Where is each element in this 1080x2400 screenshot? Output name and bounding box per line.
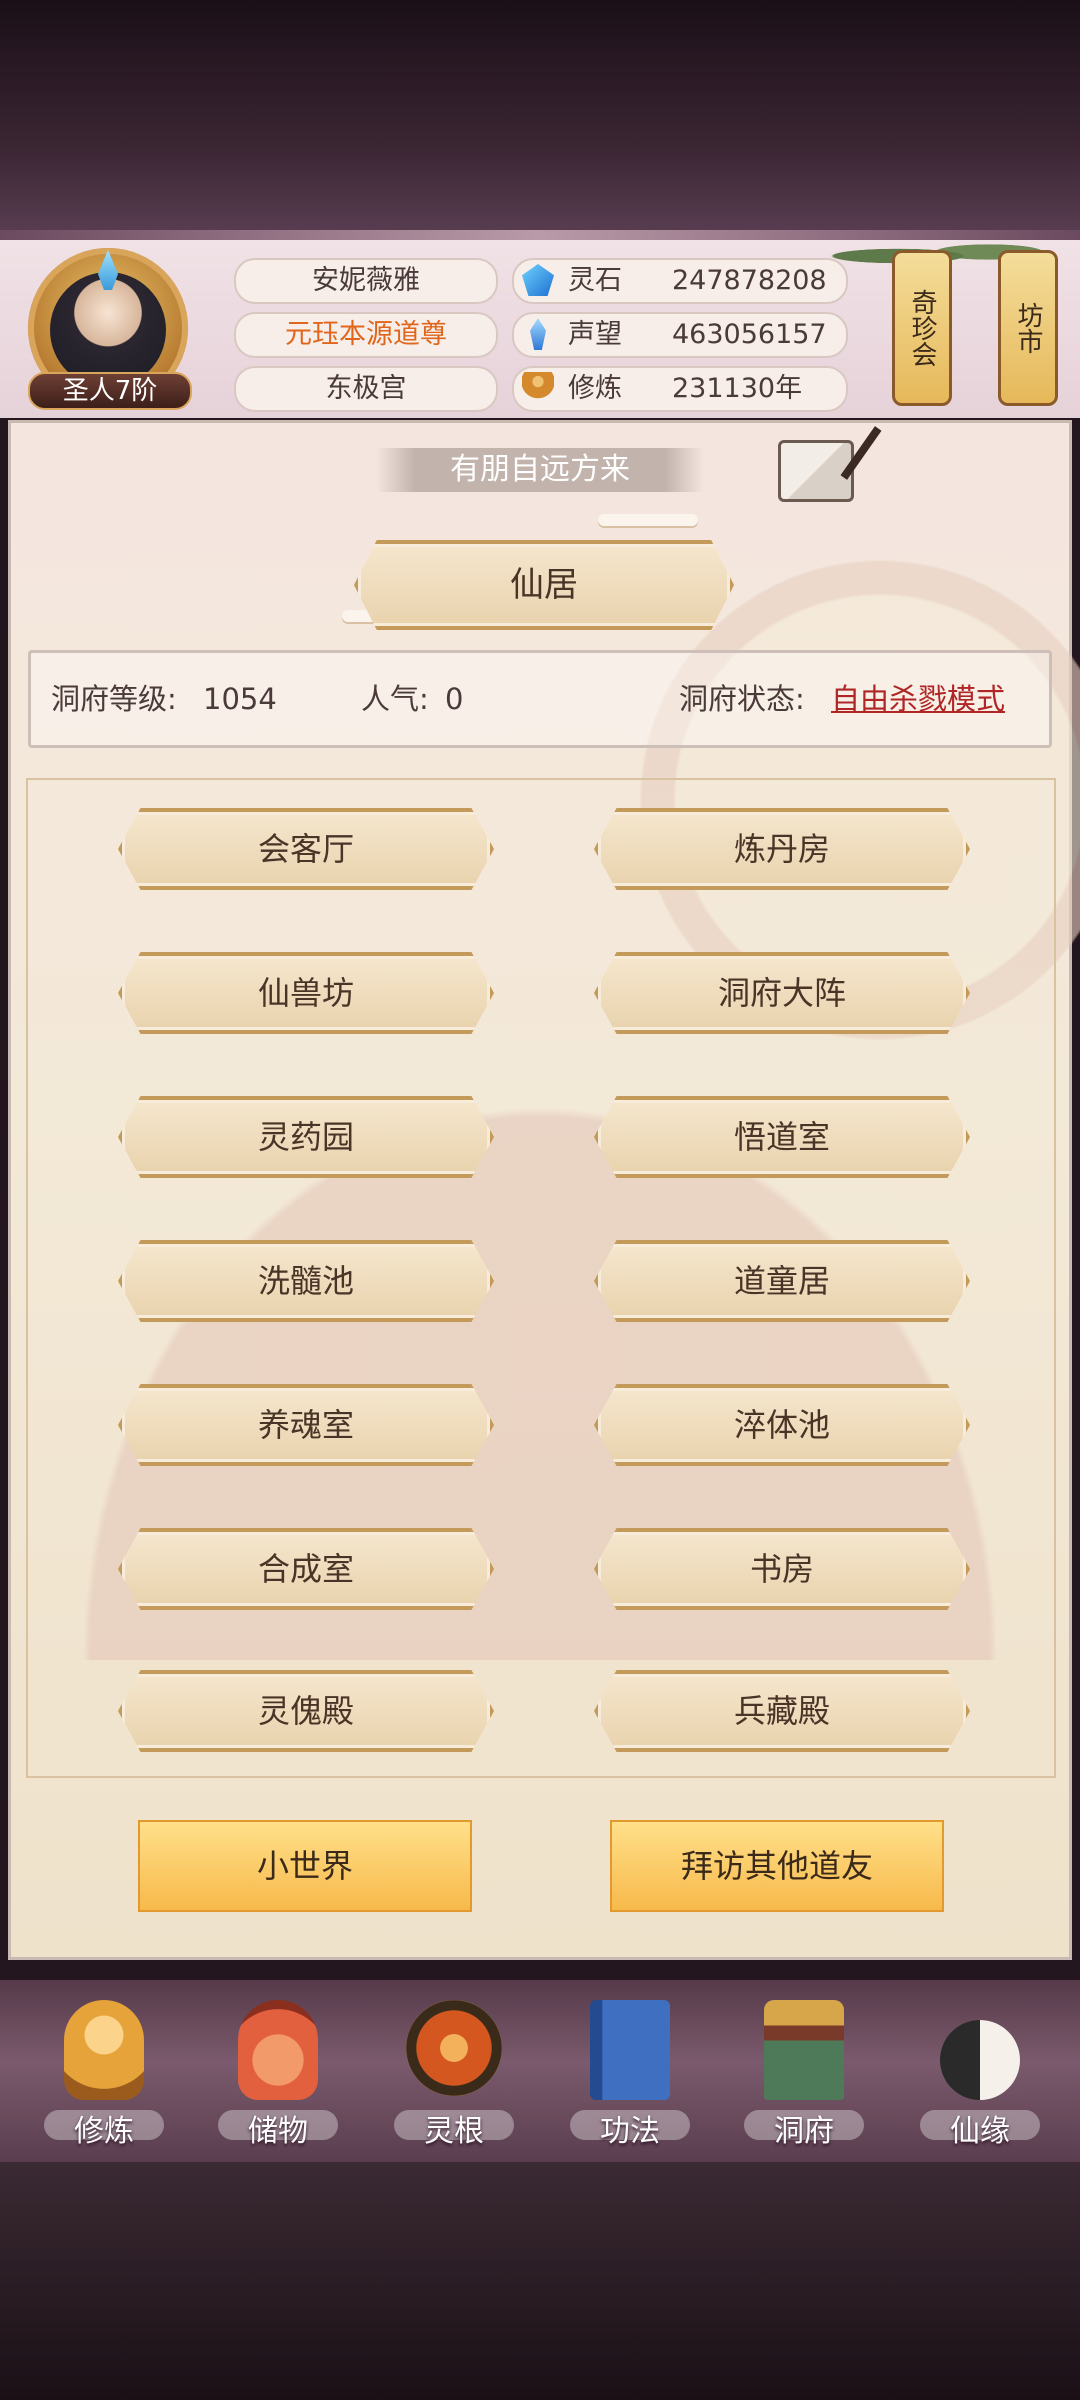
cave-level-value: 1054 — [203, 682, 277, 716]
nav-cultivation[interactable]: 修炼 — [34, 2000, 174, 2150]
nav-label: 仙缘 — [950, 2114, 1010, 2149]
cave-gate-icon — [764, 2000, 844, 2100]
building-plaque[interactable]: 悟道室 — [594, 1096, 970, 1178]
nav-label: 储物 — [248, 2114, 308, 2149]
guide-book-icon[interactable] — [778, 440, 854, 502]
building-plaque[interactable]: 养魂室 — [118, 1384, 494, 1466]
fate-gourd-icon — [940, 2020, 1020, 2100]
resource-cultivation: 修炼 231130年 — [512, 366, 848, 412]
building-plaque[interactable]: 合成室 — [118, 1528, 494, 1610]
nav-label: 灵根 — [424, 2114, 484, 2149]
cultivation-icon — [522, 372, 554, 404]
popularity-label: 人气: — [361, 682, 429, 716]
cave-level-label: 洞府等级: — [51, 682, 177, 716]
cave-status-link[interactable]: 自由杀戮模式 — [831, 653, 1005, 745]
main-plaque-xianju[interactable]: 仙居 — [354, 540, 734, 630]
resource-value: 231130年 — [672, 373, 803, 404]
cave-status-label: 洞府状态: — [679, 682, 805, 716]
nav-fate[interactable]: 仙缘 — [910, 2000, 1050, 2150]
nav-label: 修炼 — [74, 2114, 134, 2149]
resource-spirit-stone: 灵石 247878208 — [512, 258, 848, 304]
nav-cave[interactable]: 洞府 — [734, 2000, 874, 2150]
nav-storage[interactable]: 储物 — [208, 2000, 348, 2150]
visit-friends-button[interactable]: 拜访其他道友 — [610, 1820, 944, 1912]
storage-bag-icon — [238, 2000, 318, 2100]
reputation-icon — [530, 318, 546, 350]
cave-info-box: 洞府等级: 1054 人气: 0 洞府状态: 自由杀戮模式 — [28, 650, 1052, 748]
resource-value: 247878208 — [672, 265, 827, 296]
spirit-stone-icon — [522, 264, 554, 296]
technique-book-icon — [590, 2000, 670, 2100]
treasure-auction-label: 奇珍会 — [907, 289, 937, 367]
bottom-decor-band — [0, 2162, 1080, 2400]
building-plaque[interactable]: 淬体池 — [594, 1384, 970, 1466]
small-world-button[interactable]: 小世界 — [138, 1820, 472, 1912]
nav-spirit-root[interactable]: 灵根 — [384, 2000, 524, 2150]
nav-label: 功法 — [600, 2114, 660, 2149]
player-location: 东极宫 — [234, 366, 498, 412]
building-plaque[interactable]: 仙兽坊 — [118, 952, 494, 1034]
cultivation-monk-icon — [64, 2000, 144, 2100]
building-plaque[interactable]: 灵傀殿 — [118, 1670, 494, 1752]
building-plaque[interactable]: 洗髓池 — [118, 1240, 494, 1322]
rank-badge: 圣人7阶 — [28, 372, 192, 410]
building-plaque[interactable]: 洞府大阵 — [594, 952, 970, 1034]
top-decor-band — [0, 0, 1080, 240]
player-title: 元珏本源道尊 — [234, 312, 498, 358]
resource-label: 声望 — [568, 319, 622, 350]
building-plaque[interactable]: 炼丹房 — [594, 808, 970, 890]
resource-label: 修炼 — [568, 373, 622, 404]
building-plaque[interactable]: 会客厅 — [118, 808, 494, 890]
player-name: 安妮薇雅 — [234, 258, 498, 304]
building-plaque[interactable]: 道童居 — [594, 1240, 970, 1322]
treasure-auction-button[interactable]: 奇珍会 — [892, 250, 952, 406]
nav-technique[interactable]: 功法 — [560, 2000, 700, 2150]
spirit-root-icon — [406, 2000, 502, 2096]
resource-reputation: 声望 463056157 — [512, 312, 848, 358]
building-plaque[interactable]: 书房 — [594, 1528, 970, 1610]
resource-label: 灵石 — [568, 265, 622, 296]
market-label: 坊市 — [1013, 302, 1043, 354]
building-plaque[interactable]: 灵药园 — [118, 1096, 494, 1178]
building-plaque[interactable]: 兵藏殿 — [594, 1670, 970, 1752]
popularity-value: 0 — [445, 682, 464, 716]
cloud-decor — [598, 514, 698, 526]
resource-value: 463056157 — [672, 319, 827, 350]
market-button[interactable]: 坊市 — [998, 250, 1058, 406]
panel-banner: 有朋自远方来 — [376, 448, 704, 492]
nav-label: 洞府 — [774, 2114, 834, 2149]
